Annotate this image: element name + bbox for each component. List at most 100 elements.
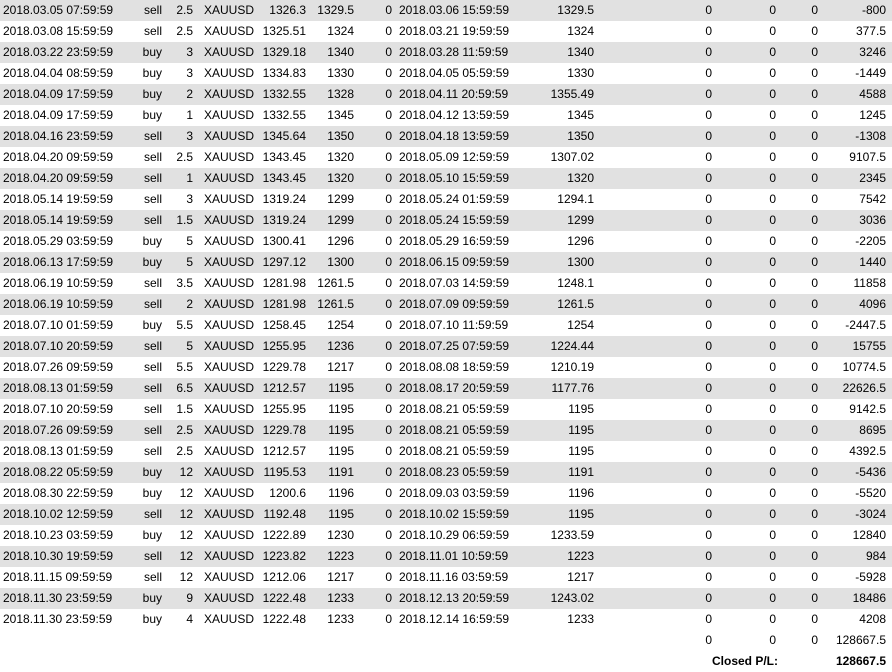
close-price-cell: 1294.1 [557, 192, 594, 206]
close-price-cell: 1329.5 [557, 3, 594, 17]
close-time-cell: 2018.08.17 20:59:59 [399, 381, 510, 395]
close-price-cell: 1224.44 [550, 339, 594, 353]
profit-cell: 12840 [852, 528, 886, 542]
swap-cell: 0 [811, 528, 818, 542]
close-price-cell: 1177.76 [551, 381, 595, 395]
sl-cell: 1261.5 [317, 276, 354, 290]
tp-cell: 0 [385, 318, 392, 332]
sl-cell: 1195 [328, 402, 354, 416]
commission-cell: 0 [705, 465, 712, 479]
taxes-cell: 0 [769, 423, 776, 437]
taxes-cell: 0 [769, 45, 776, 59]
size-cell: 9 [186, 591, 193, 605]
close-time-cell: 2018.10.29 06:59:59 [399, 528, 510, 542]
taxes-cell: 0 [769, 381, 776, 395]
sl-cell: 1300 [327, 255, 354, 269]
sl-cell: 1196 [328, 486, 354, 500]
sl-cell: 1329.5 [317, 3, 354, 17]
commission-cell: 0 [705, 339, 712, 353]
swap-cell: 0 [811, 423, 818, 437]
profit-cell: 10774.5 [842, 360, 886, 374]
close-price-cell: 1196 [568, 486, 594, 500]
tp-cell: 0 [385, 423, 392, 437]
taxes-cell: 0 [769, 171, 776, 185]
close-price-cell: 1307.02 [550, 150, 594, 164]
swap-cell: 0 [811, 339, 818, 353]
commission-cell: 0 [705, 297, 712, 311]
taxes-cell: 0 [769, 549, 776, 563]
sl-cell: 1217 [327, 360, 354, 374]
table-row: 2018.06.19 10:59:59 sell 3.5 XAUUSD 1281.98 1… [0, 273, 892, 294]
sl-cell: 1350 [327, 129, 354, 143]
swap-cell: 0 [811, 234, 818, 248]
table-row: 2018.08.13 01:59:59 sell 6.5 XAUUSD 1212.57 1… [0, 378, 892, 399]
type-cell: sell [143, 444, 162, 458]
profit-cell: 22626.5 [842, 381, 886, 395]
profit-cell: 4392.5 [849, 444, 886, 458]
swap-cell: 0 [811, 297, 818, 311]
open-price-cell: 1343.45 [262, 150, 306, 164]
tp-cell: 0 [385, 108, 392, 122]
type-cell: sell [143, 3, 162, 17]
close-price-cell: 1195 [568, 444, 594, 458]
type-cell: buy [142, 87, 162, 101]
taxes-cell: 0 [769, 213, 776, 227]
close-price-cell: 1210.19 [550, 360, 594, 374]
close-time-cell: 2018.03.21 19:59:59 [399, 24, 510, 38]
profit-cell: 1245 [859, 108, 886, 122]
commission-cell: 0 [705, 234, 712, 248]
tp-cell: 0 [385, 381, 392, 395]
size-cell: 3 [186, 66, 193, 80]
commission-cell: 0 [705, 45, 712, 59]
commission-cell: 0 [705, 171, 712, 185]
close-time-cell: 2018.08.23 05:59:59 [399, 465, 510, 479]
close-price-cell: 1217 [567, 570, 594, 584]
size-cell: 12 [179, 570, 193, 584]
swap-cell: 0 [811, 87, 818, 101]
table-row: 2018.05.14 19:59:59 sell 3 XAUUSD 1319.24 129… [0, 189, 892, 210]
sl-cell: 1328 [327, 87, 354, 101]
swap-cell: 0 [811, 276, 818, 290]
table-row: 2018.04.09 17:59:59 buy 1 XAUUSD 1332.55 1345… [0, 105, 892, 126]
taxes-cell: 0 [769, 66, 776, 80]
commission-cell: 0 [705, 381, 712, 395]
tp-cell: 0 [385, 255, 392, 269]
taxes-cell: 0 [769, 3, 776, 17]
close-price-cell: 1330 [567, 66, 594, 80]
profit-cell: 18486 [852, 591, 886, 605]
size-cell: 2.5 [176, 150, 193, 164]
open-price-cell: 1300.41 [262, 234, 306, 248]
taxes-cell: 0 [769, 570, 776, 584]
table-row: 2018.08.13 01:59:59 sell 2.5 XAUUSD 1212.57 1… [0, 441, 892, 462]
commission-cell: 0 [705, 423, 712, 437]
type-cell: sell [143, 339, 162, 353]
profit-cell: -1308 [855, 129, 886, 143]
table-row: 2018.04.20 09:59:59 sell 2.5 XAUUSD 1343.45 1… [0, 147, 892, 168]
close-time-cell: 2018.05.29 16:59:59 [399, 234, 510, 248]
type-cell: sell [143, 129, 162, 143]
sl-cell: 1345 [327, 108, 354, 122]
profit-cell: -2447.5 [845, 318, 886, 332]
totals-row: 0 0 0 128667.5 [0, 630, 892, 651]
tp-cell: 0 [385, 360, 392, 374]
commission-cell: 0 [705, 591, 712, 605]
sl-cell: 1299 [327, 213, 354, 227]
size-cell: 3.5 [176, 276, 193, 290]
open-price-cell: 1343.45 [262, 171, 306, 185]
table-row: 2018.03.05 07:59:59 sell 2.5 XAUUSD 1326.3 13… [0, 0, 892, 21]
profit-cell: -1449 [855, 66, 886, 80]
taxes-cell: 0 [769, 528, 776, 542]
close-price-cell: 1248.1 [557, 276, 594, 290]
table-row: 2018.04.04 08:59:59 buy 3 XAUUSD 1334.83 1330… [0, 63, 892, 84]
table-row: 2018.08.22 05:59:59 buy 12 XAUUSD 1195.53 119… [0, 462, 892, 483]
open-price-cell: 1332.55 [262, 87, 306, 101]
type-cell: sell [143, 276, 162, 290]
type-cell: buy [142, 234, 162, 248]
close-time-cell: 2018.11.01 10:59:59 [399, 549, 509, 563]
commission-cell: 0 [705, 129, 712, 143]
tp-cell: 0 [385, 87, 392, 101]
commission-cell: 0 [705, 507, 712, 521]
tp-cell: 0 [385, 66, 392, 80]
close-time-cell: 2018.04.12 13:59:59 [399, 108, 510, 122]
size-cell: 3 [186, 45, 193, 59]
